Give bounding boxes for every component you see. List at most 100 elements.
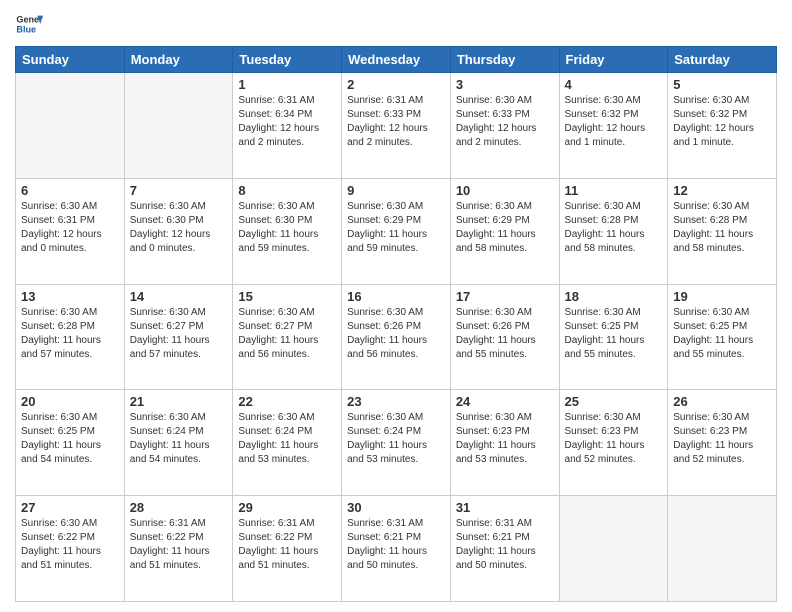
day-cell	[16, 73, 125, 179]
sunrise-text: Sunrise: 6:30 AM	[347, 200, 445, 214]
day-cell: 18Sunrise: 6:30 AMSunset: 6:25 PMDayligh…	[559, 284, 668, 390]
weekday-header-row: SundayMondayTuesdayWednesdayThursdayFrid…	[16, 47, 777, 73]
day-cell: 26 Sunrise: 6:30 AMSunset: 6:23 PMDayligh…	[668, 390, 777, 496]
cell-content: Sunrise: 6:30 AMSunset: 6:26 PMDaylight:…	[347, 306, 445, 362]
daylight-text: Daylight: 11 hours and 51 minutes.	[130, 545, 228, 573]
day-cell: 9 Sunrise: 6:30 AMSunset: 6:29 PMDaylight…	[342, 178, 451, 284]
day-number: 19	[673, 289, 771, 304]
day-cell: 1Sunrise: 6:31 AMSunset: 6:34 PMDaylight…	[233, 73, 342, 179]
sunset-text: Sunset: 6:28 PM	[565, 214, 663, 228]
sunset-text: Sunset: 6:22 PM	[238, 531, 336, 545]
day-number: 6	[21, 183, 119, 198]
day-number: 5	[673, 77, 771, 92]
cell-content: Sunrise: 6:30 AMSunset: 6:27 PMDaylight:…	[238, 306, 336, 362]
sunset-text: Sunset: 6:28 PM	[673, 214, 771, 228]
daylight-text: Daylight: 11 hours and 52 minutes.	[673, 439, 771, 467]
cell-content: Sunrise: 6:30 AMSunset: 6:25 PMDaylight:…	[21, 411, 119, 467]
day-cell: 15Sunrise: 6:30 AMSunset: 6:27 PMDayligh…	[233, 284, 342, 390]
day-cell: 23Sunrise: 6:30 AMSunset: 6:24 PMDayligh…	[342, 390, 451, 496]
sunset-text: Sunset: 6:23 PM	[673, 425, 771, 439]
day-cell: 4Sunrise: 6:30 AMSunset: 6:32 PMDaylight…	[559, 73, 668, 179]
daylight-text: Daylight: 12 hours and 0 minutes.	[21, 228, 119, 256]
calendar-page: General Blue SundayMondayTuesdayWednesda…	[0, 0, 792, 612]
day-number: 2	[347, 77, 445, 92]
day-cell: 16Sunrise: 6:30 AMSunset: 6:26 PMDayligh…	[342, 284, 451, 390]
sunrise-text: Sunrise: 6:31 AM	[347, 94, 445, 108]
day-number: 17	[456, 289, 554, 304]
daylight-text: Daylight: 11 hours and 59 minutes.	[347, 228, 445, 256]
sunset-text: Sunset: 6:31 PM	[21, 214, 119, 228]
sunrise-text: Sunrise: 6:31 AM	[347, 517, 445, 531]
daylight-text: Daylight: 12 hours and 2 minutes.	[347, 122, 445, 150]
day-number: 20	[21, 394, 119, 409]
cell-content: Sunrise: 6:30 AMSunset: 6:32 PMDaylight:…	[565, 94, 663, 150]
sunset-text: Sunset: 6:29 PM	[347, 214, 445, 228]
weekday-header-friday: Friday	[559, 47, 668, 73]
sunrise-text: Sunrise: 6:30 AM	[21, 306, 119, 320]
sunrise-text: Sunrise: 6:30 AM	[130, 306, 228, 320]
sunrise-text: Sunrise: 6:30 AM	[456, 411, 554, 425]
cell-content: Sunrise: 6:30 AMSunset: 6:23 PMDaylight:…	[673, 411, 771, 467]
sunrise-text: Sunrise: 6:30 AM	[347, 306, 445, 320]
day-cell: 13Sunrise: 6:30 AMSunset: 6:28 PMDayligh…	[16, 284, 125, 390]
sunset-text: Sunset: 6:24 PM	[238, 425, 336, 439]
day-cell: 11Sunrise: 6:30 AMSunset: 6:28 PMDayligh…	[559, 178, 668, 284]
day-cell: 30Sunrise: 6:31 AMSunset: 6:21 PMDayligh…	[342, 496, 451, 602]
cell-content: Sunrise: 6:30 AMSunset: 6:24 PMDaylight:…	[238, 411, 336, 467]
daylight-text: Daylight: 11 hours and 57 minutes.	[21, 334, 119, 362]
sunrise-text: Sunrise: 6:30 AM	[238, 306, 336, 320]
cell-content: Sunrise: 6:30 AMSunset: 6:31 PMDaylight:…	[21, 200, 119, 256]
daylight-text: Daylight: 11 hours and 58 minutes.	[565, 228, 663, 256]
cell-content: Sunrise: 6:30 AMSunset: 6:30 PMDaylight:…	[130, 200, 228, 256]
sunset-text: Sunset: 6:26 PM	[456, 320, 554, 334]
day-cell: 24Sunrise: 6:30 AMSunset: 6:23 PMDayligh…	[450, 390, 559, 496]
day-number: 10	[456, 183, 554, 198]
day-number: 26	[673, 394, 771, 409]
day-number: 30	[347, 500, 445, 515]
daylight-text: Daylight: 11 hours and 55 minutes.	[565, 334, 663, 362]
day-cell: 25Sunrise: 6:30 AMSunset: 6:23 PMDayligh…	[559, 390, 668, 496]
daylight-text: Daylight: 12 hours and 2 minutes.	[456, 122, 554, 150]
weekday-header-saturday: Saturday	[668, 47, 777, 73]
week-row-1: 1Sunrise: 6:31 AMSunset: 6:34 PMDaylight…	[16, 73, 777, 179]
day-number: 23	[347, 394, 445, 409]
cell-content: Sunrise: 6:30 AMSunset: 6:28 PMDaylight:…	[565, 200, 663, 256]
day-number: 7	[130, 183, 228, 198]
day-number: 8	[238, 183, 336, 198]
sunrise-text: Sunrise: 6:31 AM	[130, 517, 228, 531]
weekday-header-wednesday: Wednesday	[342, 47, 451, 73]
daylight-text: Daylight: 11 hours and 54 minutes.	[130, 439, 228, 467]
daylight-text: Daylight: 12 hours and 1 minute.	[565, 122, 663, 150]
daylight-text: Daylight: 11 hours and 58 minutes.	[456, 228, 554, 256]
sunrise-text: Sunrise: 6:30 AM	[21, 517, 119, 531]
header: General Blue	[15, 10, 777, 38]
daylight-text: Daylight: 11 hours and 50 minutes.	[347, 545, 445, 573]
sunrise-text: Sunrise: 6:30 AM	[21, 411, 119, 425]
day-number: 22	[238, 394, 336, 409]
cell-content: Sunrise: 6:30 AMSunset: 6:24 PMDaylight:…	[130, 411, 228, 467]
day-number: 18	[565, 289, 663, 304]
sunset-text: Sunset: 6:25 PM	[21, 425, 119, 439]
sunset-text: Sunset: 6:21 PM	[456, 531, 554, 545]
weekday-header-thursday: Thursday	[450, 47, 559, 73]
sunset-text: Sunset: 6:27 PM	[130, 320, 228, 334]
sunrise-text: Sunrise: 6:31 AM	[456, 517, 554, 531]
day-number: 24	[456, 394, 554, 409]
daylight-text: Daylight: 11 hours and 58 minutes.	[673, 228, 771, 256]
sunrise-text: Sunrise: 6:30 AM	[673, 94, 771, 108]
daylight-text: Daylight: 12 hours and 1 minute.	[673, 122, 771, 150]
sunset-text: Sunset: 6:24 PM	[347, 425, 445, 439]
cell-content: Sunrise: 6:30 AMSunset: 6:27 PMDaylight:…	[130, 306, 228, 362]
daylight-text: Daylight: 11 hours and 50 minutes.	[456, 545, 554, 573]
sunrise-text: Sunrise: 6:30 AM	[565, 200, 663, 214]
day-cell: 22 Sunrise: 6:30 AMSunset: 6:24 PMDayligh…	[233, 390, 342, 496]
sunrise-text: Sunrise: 6:30 AM	[238, 200, 336, 214]
daylight-text: Daylight: 11 hours and 53 minutes.	[347, 439, 445, 467]
day-number: 25	[565, 394, 663, 409]
daylight-text: Daylight: 11 hours and 52 minutes.	[565, 439, 663, 467]
day-number: 9	[347, 183, 445, 198]
sunrise-text: Sunrise: 6:30 AM	[130, 411, 228, 425]
daylight-text: Daylight: 11 hours and 55 minutes.	[456, 334, 554, 362]
day-cell	[124, 73, 233, 179]
day-number: 14	[130, 289, 228, 304]
